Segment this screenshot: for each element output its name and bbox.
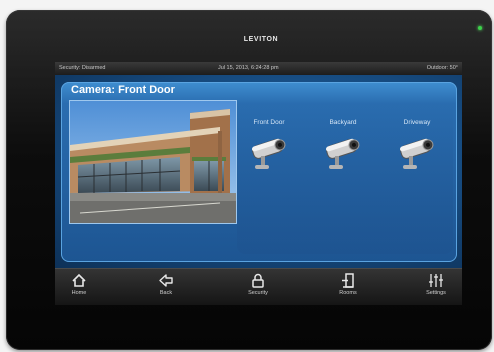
- date-time: Jul 15, 2013, 6:24:28 pm: [218, 65, 279, 71]
- nav-label: Settings: [426, 290, 446, 296]
- outdoor-temperature: Outdoor: 50°: [426, 65, 458, 71]
- door-icon: [342, 273, 354, 288]
- main-area: Camera: Front Door Front Door Backyard D…: [55, 75, 462, 268]
- nav-label: Rooms: [339, 290, 357, 296]
- camera-label: Front Door: [253, 119, 285, 126]
- status-bar: Security: Disarmed Jul 15, 2013, 6:24:28…: [55, 62, 462, 75]
- sliders-icon: [429, 274, 443, 287]
- camera-button-driveway[interactable]: Driveway: [387, 118, 447, 176]
- home-icon: [72, 273, 86, 287]
- security-camera-icon: [399, 138, 434, 169]
- nav-home-button[interactable]: Home: [56, 272, 102, 304]
- lock-icon: [252, 273, 264, 288]
- security-camera-icon: [325, 138, 360, 169]
- security-status: Security: Disarmed: [59, 65, 106, 71]
- screen: Security: Disarmed Jul 15, 2013, 6:24:28…: [55, 62, 462, 305]
- nav-rooms-button[interactable]: Rooms: [325, 272, 371, 304]
- storefront-photo: [70, 101, 236, 223]
- nav-settings-button[interactable]: Settings: [413, 272, 459, 304]
- nav-label: Back: [159, 290, 173, 296]
- bottom-nav-bar: Home Back Security Rooms Settings: [55, 268, 462, 305]
- camera-panel: Camera: Front Door Front Door Backyard D…: [61, 82, 457, 262]
- nav-back-button[interactable]: Back: [143, 272, 189, 304]
- nav-label: Home: [71, 290, 87, 296]
- power-led-indicator: [478, 26, 482, 30]
- panel-title: Camera: Front Door: [71, 84, 175, 96]
- back-arrow-icon: [159, 274, 173, 287]
- camera-list: Front Door Backyard Driveway: [237, 94, 453, 254]
- nav-security-button[interactable]: Security: [235, 272, 281, 304]
- camera-label: Driveway: [403, 119, 431, 126]
- camera-button-backyard[interactable]: Backyard: [313, 118, 373, 176]
- security-camera-icon: [251, 138, 286, 169]
- brand-logo: LEVITON: [243, 36, 279, 43]
- camera-button-front-door[interactable]: Front Door: [239, 118, 299, 176]
- nav-label: Security: [248, 290, 268, 296]
- camera-feed-image[interactable]: [69, 100, 237, 224]
- camera-label: Backyard: [329, 119, 357, 126]
